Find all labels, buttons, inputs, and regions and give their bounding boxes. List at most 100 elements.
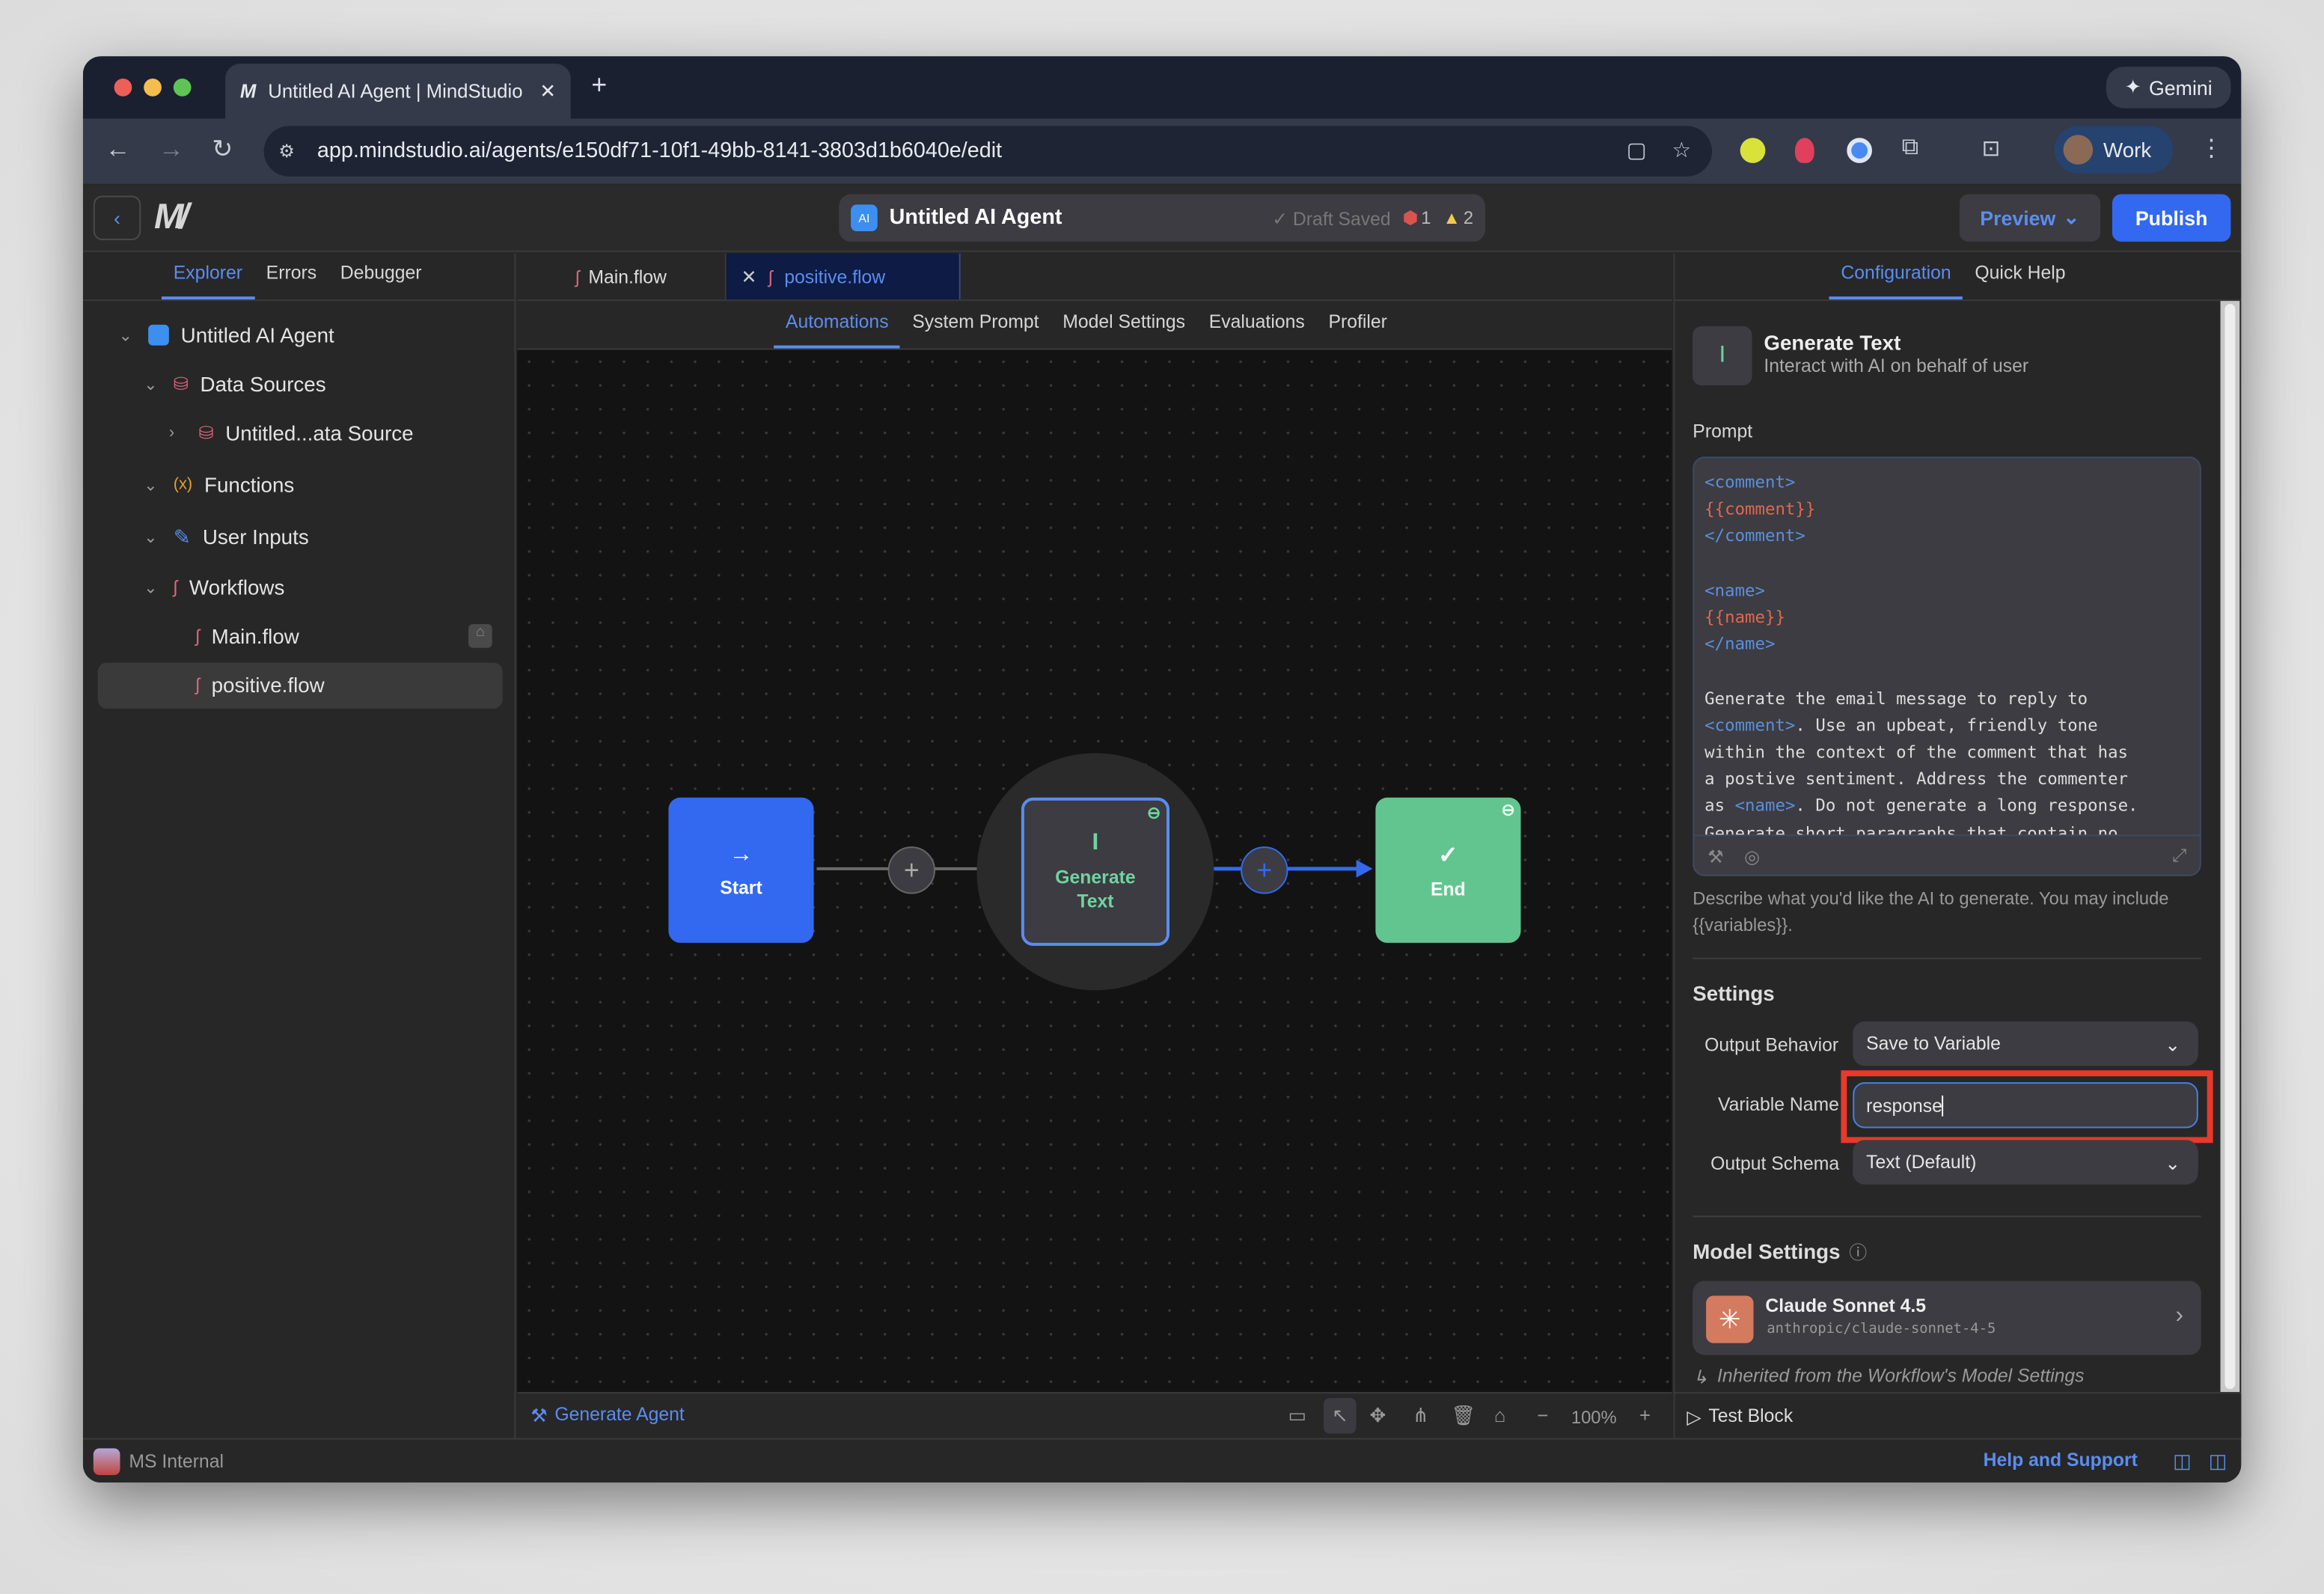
zoom-in-icon[interactable]: +: [1639, 1404, 1651, 1426]
publish-button[interactable]: Publish: [2112, 194, 2231, 242]
settings-icon[interactable]: ◎: [1744, 846, 1760, 867]
workflow-canvas[interactable]: + + → Start ⊖ I Generate Text ⊖ ✓ End: [517, 349, 1672, 1393]
new-tab-button[interactable]: +: [591, 70, 607, 101]
tree-item-positive-flow[interactable]: ʃ positive.flow: [195, 663, 324, 707]
back-button[interactable]: ‹: [93, 195, 141, 240]
tab-search-icon[interactable]: ⊡: [1982, 135, 2001, 162]
trash-icon[interactable]: 🗑: [1451, 1404, 1476, 1428]
scrollbar[interactable]: [2220, 301, 2240, 1393]
add-block-button[interactable]: +: [887, 846, 936, 894]
tab-system-prompt[interactable]: System Prompt: [900, 311, 1051, 349]
end-node[interactable]: ⊖ ✓ End: [1375, 797, 1521, 943]
back-icon[interactable]: ←: [106, 135, 131, 165]
tab-errors[interactable]: Errors: [254, 263, 328, 300]
chevron-down-icon: ⌄: [144, 578, 158, 597]
close-icon[interactable]: ✕: [741, 266, 757, 288]
claude-logo-icon: ✳: [1706, 1295, 1754, 1343]
profile-button[interactable]: Work: [2054, 126, 2174, 174]
model-selector[interactable]: ✳ Claude Sonnet 4.5 anthropic/claude-son…: [1692, 1280, 2201, 1355]
prompt-hint: Describe what you'd like the AI to gener…: [1692, 888, 2169, 936]
password-manager-icon[interactable]: [1847, 138, 1873, 163]
start-node[interactable]: → Start: [668, 797, 814, 943]
clipboard-icon[interactable]: ▢: [1627, 139, 1647, 163]
site-settings-icon[interactable]: ⚙: [278, 141, 294, 162]
forward-icon[interactable]: →: [159, 135, 184, 165]
zoom-out-icon[interactable]: −: [1537, 1404, 1548, 1426]
test-block-button[interactable]: ▷ Test Block: [1675, 1392, 2242, 1438]
prompt-editor[interactable]: <comment> {{comment}} </comment> <name> …: [1692, 456, 2201, 876]
model-name: Claude Sonnet 4.5: [1765, 1295, 1927, 1317]
tree-item-data-sources[interactable]: ⌄ ⛁ Data Sources: [144, 361, 325, 406]
tree-item-functions[interactable]: ⌄ (x) Functions: [144, 462, 294, 507]
workflow-icon: ʃ: [195, 625, 200, 647]
more-menu-icon[interactable]: ⋮: [2200, 133, 2224, 163]
pan-tool-icon[interactable]: ✥: [1369, 1404, 1386, 1428]
collapse-icon[interactable]: ⊖: [1147, 804, 1161, 823]
expand-icon[interactable]: ⤢: [2172, 845, 2186, 867]
reload-icon[interactable]: ↻: [212, 135, 233, 165]
variable-name-input[interactable]: response: [1853, 1082, 2198, 1129]
node-label: Generate Text: [1055, 867, 1136, 912]
tab-configuration[interactable]: Configuration: [1829, 263, 1963, 300]
tab-quick-help[interactable]: Quick Help: [1963, 263, 2078, 300]
preview-button[interactable]: Preview ⌄: [1959, 194, 2101, 242]
prompt-text[interactable]: <comment> {{comment}} </comment> <name> …: [1694, 458, 2200, 834]
output-schema-label: Output Schema: [1710, 1153, 1840, 1174]
tab-explorer[interactable]: Explorer: [161, 263, 254, 300]
tab-automations[interactable]: Automations: [774, 311, 901, 349]
agent-title-bar[interactable]: AI Untitled AI Agent ✓ Draft Saved ⬢ 1 ▲ 2: [839, 194, 1485, 242]
collapse-icon[interactable]: ⊖: [1501, 801, 1514, 820]
warning-count[interactable]: 2: [1464, 207, 1473, 228]
select-value: Text (Default): [1866, 1152, 1977, 1173]
tree-item-main-flow[interactable]: ʃ Main.flow ⌂: [195, 614, 492, 658]
magic-wand-icon[interactable]: ⚒: [1707, 846, 1723, 867]
select-value: Save to Variable: [1866, 1033, 2001, 1054]
browser-tab[interactable]: M Untitled AI Agent | MindStudio ✕: [225, 64, 571, 119]
extension-icon[interactable]: [1740, 138, 1766, 163]
output-schema-select[interactable]: Text (Default) ⌄: [1853, 1140, 2198, 1185]
app-header: ‹ M/ AI Untitled AI Agent ✓ Draft Saved …: [82, 185, 2242, 252]
extension-icon[interactable]: [1794, 138, 1814, 163]
file-tab-main-flow[interactable]: ʃ Main.flow: [517, 253, 727, 300]
error-count[interactable]: 1: [1421, 207, 1431, 228]
generate-text-node[interactable]: ⊖ I Generate Text: [1021, 797, 1170, 946]
tab-debugger[interactable]: Debugger: [328, 263, 433, 300]
close-window-button[interactable]: [114, 78, 132, 97]
profile-label: Work: [2103, 138, 2152, 162]
tab-model-settings[interactable]: Model Settings: [1051, 311, 1197, 349]
text-cursor-icon: I: [1692, 326, 1752, 386]
maximize-window-button[interactable]: [173, 78, 192, 97]
address-bar[interactable]: ⚙ app.mindstudio.ai/agents/e150df71-10f1…: [263, 126, 1713, 177]
sidebar-tabs: Explorer Errors Debugger: [82, 254, 515, 302]
tree-item-agent[interactable]: ⌄ Untitled AI Agent: [118, 313, 334, 357]
help-and-support-link[interactable]: Help and Support: [1984, 1450, 2138, 1471]
generate-agent-button[interactable]: ⚒ Generate Agent: [530, 1404, 685, 1426]
toggle-right-panel-icon[interactable]: ◫: [2209, 1450, 2227, 1474]
pointer-tool-icon[interactable]: ↖: [1324, 1398, 1357, 1434]
file-tab-positive-flow[interactable]: ✕ ʃ positive.flow: [726, 253, 961, 300]
tree-item-data-source[interactable]: › ⛁ Untitled...ata Source: [169, 411, 414, 455]
info-icon[interactable]: ⓘ: [1849, 1239, 1867, 1265]
toggle-left-panel-icon[interactable]: ◫: [2173, 1450, 2191, 1474]
bookmark-star-icon[interactable]: ☆: [1672, 139, 1692, 163]
workspace-name[interactable]: MS Internal: [129, 1451, 224, 1472]
close-tab-icon[interactable]: ✕: [539, 79, 556, 103]
home-icon[interactable]: ⌂: [1494, 1404, 1506, 1426]
function-icon: (x): [173, 475, 193, 494]
branch-icon[interactable]: ⋔: [1413, 1404, 1429, 1428]
edit-icon: ✎: [173, 524, 192, 548]
extensions-puzzle-icon[interactable]: ⧉: [1902, 135, 1919, 162]
chevron-down-icon: ⌄: [2063, 206, 2080, 229]
test-block-label: Test Block: [1708, 1405, 1794, 1426]
output-behavior-select[interactable]: Save to Variable ⌄: [1853, 1021, 2198, 1066]
tree-item-user-inputs[interactable]: ⌄ ✎ User Inputs: [144, 514, 309, 558]
add-block-button[interactable]: +: [1241, 846, 1288, 894]
tab-evaluations[interactable]: Evaluations: [1197, 311, 1317, 349]
sticky-note-icon[interactable]: ▭: [1288, 1404, 1306, 1428]
gemini-button[interactable]: ✦ Gemini: [2106, 67, 2231, 109]
tree-item-workflows[interactable]: ⌄ ʃ Workflows: [144, 565, 284, 609]
tab-profiler[interactable]: Profiler: [1317, 311, 1399, 349]
tree-label: User Inputs: [202, 525, 309, 549]
minimize-window-button[interactable]: [144, 78, 162, 97]
configuration-panel: Configuration Quick Help I Generate Text…: [1673, 253, 2242, 1438]
